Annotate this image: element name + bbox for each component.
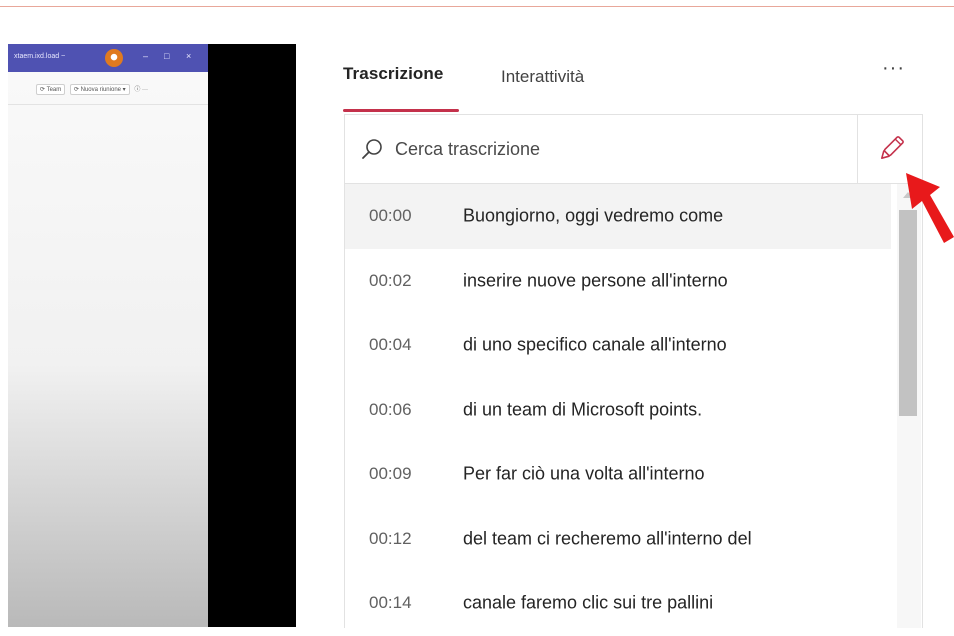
shared-screen-content: xtaem.ixd.load ~ – □ × ⟳ Team ⟳ Nuova ri… <box>8 44 208 627</box>
inner-toolbar: ⟳ Team ⟳ Nuova riunione ▾ ⓘ ··· <box>36 84 148 95</box>
pencil-icon <box>881 136 904 159</box>
timestamp[interactable]: 00:04 <box>369 335 412 355</box>
timestamp[interactable]: 00:12 <box>369 529 412 549</box>
inner-info-icon: ⓘ <box>134 87 141 93</box>
close-icon: × <box>186 51 192 61</box>
transcript-row[interactable]: 00:12 del team ci recheremo all'interno … <box>345 507 891 572</box>
transcript-text: di uno specifico canale all'interno <box>463 334 727 355</box>
transcript-row[interactable]: 00:02 inserire nuove persone all'interno <box>345 249 891 314</box>
inner-new-meeting-button: ⟳ Nuova riunione ▾ <box>69 84 130 95</box>
transcript-row[interactable]: 00:00 Buongiorno, oggi vedremo come <box>345 184 891 249</box>
transcript-text: Buongiorno, oggi vedremo come <box>463 205 724 226</box>
transcript-row[interactable]: 00:14 canale faremo clic sui tre pallini <box>345 571 891 636</box>
timestamp[interactable]: 00:00 <box>369 206 412 226</box>
inner-window-title: xtaem.ixd.load ~ <box>14 53 66 60</box>
transcript-text: Per far ciò una volta all'interno <box>463 463 705 484</box>
transcript-row[interactable]: 00:06 di un team di Microsoft points. <box>345 378 891 443</box>
inner-window-titlebar: xtaem.ixd.load ~ – □ × <box>8 44 208 72</box>
search-input[interactable] <box>395 136 835 162</box>
timestamp[interactable]: 00:06 <box>369 400 412 420</box>
transcript-text: di un team di Microsoft points. <box>463 399 703 420</box>
inner-team-button: ⟳ Team <box>36 84 66 95</box>
avatar <box>105 49 123 67</box>
shared-video[interactable]: xtaem.ixd.load ~ – □ × ⟳ Team ⟳ Nuova ri… <box>8 44 296 627</box>
transcript-panel: 00:00 Buongiorno, oggi vedremo come 00:0… <box>344 114 923 628</box>
more-options-button[interactable]: ··· <box>882 57 905 80</box>
timestamp[interactable]: 00:14 <box>369 593 412 613</box>
timestamp[interactable]: 00:09 <box>369 464 412 484</box>
transcript-row[interactable]: 00:09 Per far ciò una volta all'interno <box>345 442 891 507</box>
transcript-list: 00:00 Buongiorno, oggi vedremo come 00:0… <box>345 184 891 636</box>
tab-transcript[interactable]: Trascrizione <box>343 64 443 84</box>
transcript-text: canale faremo clic sui tre pallini <box>463 592 714 613</box>
transcript-text: inserire nuove persone all'interno <box>463 270 728 291</box>
maximize-icon: □ <box>164 51 170 61</box>
transcript-row[interactable]: 00:04 di uno specifico canale all'intern… <box>345 313 891 378</box>
tab-interactivity[interactable]: Interattività <box>501 67 584 87</box>
transcript-text: del team ci recheremo all'interno del <box>463 528 752 549</box>
search-bar <box>345 115 857 184</box>
timestamp[interactable]: 00:02 <box>369 271 412 291</box>
annotation-arrow-icon <box>906 173 954 243</box>
inner-more-icon: ··· <box>142 87 149 93</box>
active-tab-indicator <box>343 109 459 112</box>
minimize-icon: – <box>143 51 149 61</box>
top-divider <box>0 0 954 7</box>
transcript-scrollbar[interactable] <box>897 184 921 628</box>
inner-divider <box>8 104 208 105</box>
search-icon <box>362 139 382 159</box>
